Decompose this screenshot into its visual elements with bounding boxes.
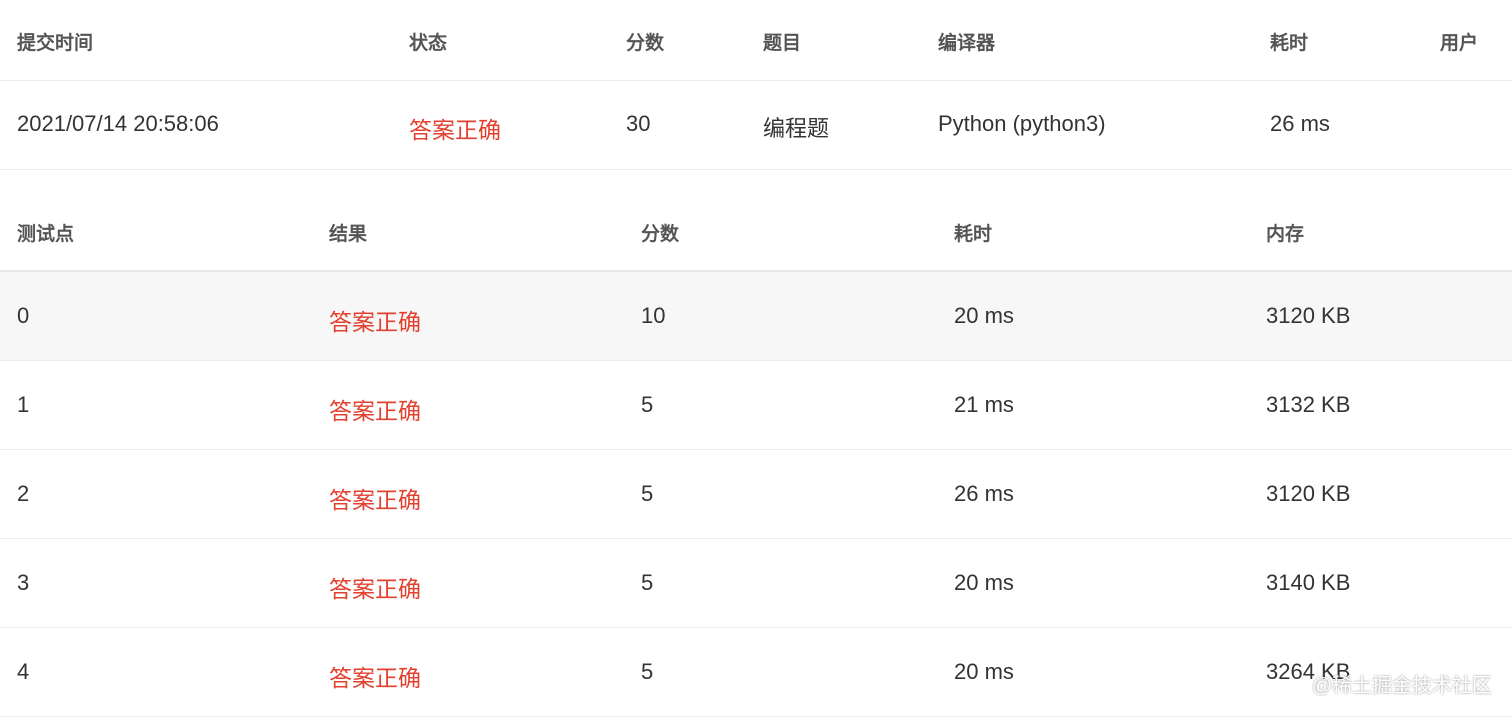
testcase-score: 10 bbox=[641, 303, 666, 328]
submission-result-page: 提交时间 状态 分数 题目 编译器 耗时 用户 2021/07/14 20:58… bbox=[0, 0, 1512, 718]
testcase-result: 答案正确 bbox=[329, 398, 421, 424]
header-submit-time: 提交时间 bbox=[17, 33, 94, 54]
header-testcase-time: 耗时 bbox=[954, 224, 993, 245]
testcase-id: 0 bbox=[17, 303, 30, 328]
submission-problem[interactable]: 编程题 bbox=[763, 111, 829, 143]
header-score: 分数 bbox=[626, 33, 665, 54]
submission-duration: 26 ms bbox=[1270, 111, 1330, 136]
testcase-table-header: 测试点 结果 分数 耗时 内存 bbox=[0, 170, 1512, 272]
submission-status[interactable]: 答案正确 bbox=[409, 111, 501, 145]
table-row[interactable]: 2 答案正确 5 26 ms 3120 KB bbox=[0, 450, 1512, 539]
submission-compiler: Python (python3) bbox=[938, 111, 1106, 136]
testcase-time: 20 ms bbox=[954, 570, 1014, 595]
testcase-score: 5 bbox=[641, 570, 654, 595]
testcase-result: 答案正确 bbox=[329, 487, 421, 513]
header-result: 结果 bbox=[329, 224, 368, 245]
header-testcase-score: 分数 bbox=[641, 224, 680, 245]
testcase-time: 20 ms bbox=[954, 659, 1014, 684]
testcase-score: 5 bbox=[641, 392, 654, 417]
table-row[interactable]: 4 答案正确 5 20 ms 3264 KB bbox=[0, 628, 1512, 717]
header-compiler: 编译器 bbox=[938, 33, 996, 54]
header-status: 状态 bbox=[409, 33, 448, 54]
table-row[interactable]: 0 答案正确 10 20 ms 3120 KB bbox=[0, 272, 1512, 361]
header-problem: 题目 bbox=[763, 33, 802, 54]
testcase-score: 5 bbox=[641, 659, 654, 684]
watermark: @稀土掘金技术社区 bbox=[1311, 675, 1492, 697]
submission-time: 2021/07/14 20:58:06 bbox=[17, 111, 219, 136]
table-row[interactable]: 3 答案正确 5 20 ms 3140 KB bbox=[0, 539, 1512, 628]
testcase-result: 答案正确 bbox=[329, 576, 421, 602]
testcase-id: 3 bbox=[17, 570, 30, 595]
testcase-memory: 3120 KB bbox=[1266, 481, 1351, 506]
header-duration: 耗时 bbox=[1270, 33, 1309, 54]
testcase-time: 26 ms bbox=[954, 481, 1014, 506]
testcase-id: 4 bbox=[17, 659, 30, 684]
header-testcase: 测试点 bbox=[17, 224, 75, 245]
testcase-id: 2 bbox=[17, 481, 30, 506]
testcase-time: 20 ms bbox=[954, 303, 1014, 328]
testcase-result: 答案正确 bbox=[329, 309, 421, 335]
header-user: 用户 bbox=[1440, 33, 1479, 54]
submission-row: 2021/07/14 20:58:06 答案正确 30 编程题 Python (… bbox=[0, 81, 1512, 170]
testcase-memory: 3140 KB bbox=[1266, 570, 1351, 595]
testcase-score: 5 bbox=[641, 481, 654, 506]
submission-table-header: 提交时间 状态 分数 题目 编译器 耗时 用户 bbox=[0, 0, 1512, 81]
testcase-table-body: 0 答案正确 10 20 ms 3120 KB 1 答案正确 5 21 ms 3… bbox=[0, 272, 1512, 717]
header-memory: 内存 bbox=[1266, 224, 1305, 245]
submission-score: 30 bbox=[626, 111, 651, 136]
testcase-memory: 3120 KB bbox=[1266, 303, 1351, 328]
testcase-id: 1 bbox=[17, 392, 30, 417]
testcase-time: 21 ms bbox=[954, 392, 1014, 417]
testcase-memory: 3132 KB bbox=[1266, 392, 1351, 417]
table-row[interactable]: 1 答案正确 5 21 ms 3132 KB bbox=[0, 361, 1512, 450]
testcase-result: 答案正确 bbox=[329, 665, 421, 691]
